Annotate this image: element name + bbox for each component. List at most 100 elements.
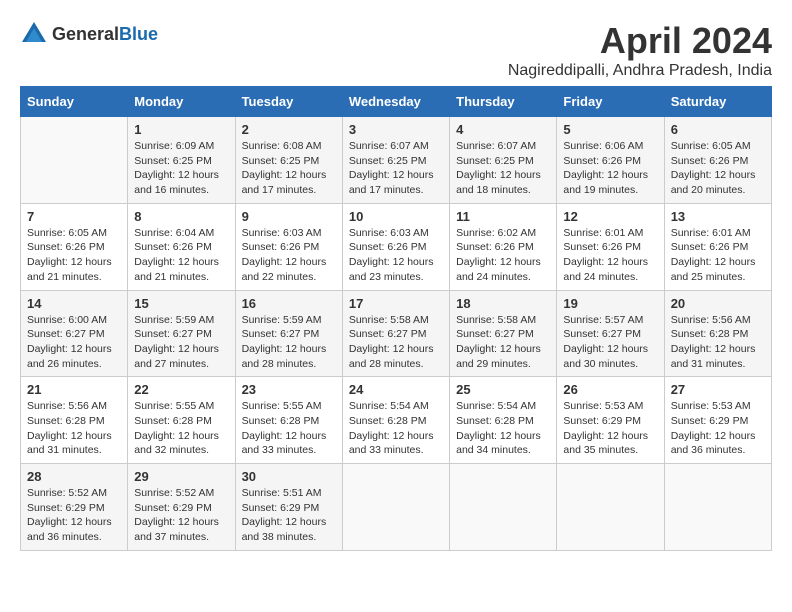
week-row-5: 28Sunrise: 5:52 AM Sunset: 6:29 PM Dayli… (21, 464, 772, 551)
cell-content: Sunrise: 6:03 AM Sunset: 6:26 PM Dayligh… (242, 226, 336, 285)
day-header-thursday: Thursday (450, 87, 557, 117)
day-number: 22 (134, 382, 228, 397)
day-number: 14 (27, 296, 121, 311)
calendar-cell: 8 Sunrise: 6:04 AM Sunset: 6:26 PM Daylig… (128, 203, 235, 290)
calendar-cell: 15 Sunrise: 5:59 AM Sunset: 6:27 PM Dayli… (128, 290, 235, 377)
cell-content: Sunrise: 6:09 AM Sunset: 6:25 PM Dayligh… (134, 139, 228, 198)
logo-general: General (52, 24, 119, 44)
cell-content: Sunrise: 5:51 AM Sunset: 6:29 PM Dayligh… (242, 486, 336, 545)
day-number: 24 (349, 382, 443, 397)
cell-content: Sunrise: 5:58 AM Sunset: 6:27 PM Dayligh… (349, 313, 443, 372)
cell-content: Sunrise: 6:07 AM Sunset: 6:25 PM Dayligh… (349, 139, 443, 198)
cell-content: Sunrise: 6:06 AM Sunset: 6:26 PM Dayligh… (563, 139, 657, 198)
day-number: 7 (27, 209, 121, 224)
day-number: 17 (349, 296, 443, 311)
calendar-cell: 20Sunrise: 5:56 AM Sunset: 6:28 PM Dayli… (664, 290, 771, 377)
day-number: 20 (671, 296, 765, 311)
cell-content: Sunrise: 5:54 AM Sunset: 6:28 PM Dayligh… (456, 399, 550, 458)
cell-content: Sunrise: 5:59 AM Sunset: 6:27 PM Dayligh… (134, 313, 228, 372)
day-number: 3 (349, 122, 443, 137)
calendar-cell: 14 Sunrise: 6:00 AM Sunset: 6:27 PM Dayli… (21, 290, 128, 377)
logo-text: GeneralBlue (52, 24, 158, 45)
day-number: 21 (27, 382, 121, 397)
day-number: 26 (563, 382, 657, 397)
day-number: 18 (456, 296, 550, 311)
day-header-wednesday: Wednesday (342, 87, 449, 117)
calendar-cell: 16Sunrise: 5:59 AM Sunset: 6:27 PM Dayli… (235, 290, 342, 377)
calendar-cell: 25 Sunrise: 5:54 AM Sunset: 6:28 PM Dayli… (450, 377, 557, 464)
cell-content: Sunrise: 6:03 AM Sunset: 6:26 PM Dayligh… (349, 226, 443, 285)
calendar-cell: 27Sunrise: 5:53 AM Sunset: 6:29 PM Dayli… (664, 377, 771, 464)
calendar-cell: 12Sunrise: 6:01 AM Sunset: 6:26 PM Dayli… (557, 203, 664, 290)
cell-content: Sunrise: 6:07 AM Sunset: 6:25 PM Dayligh… (456, 139, 550, 198)
calendar-cell: 19 Sunrise: 5:57 AM Sunset: 6:27 PM Dayli… (557, 290, 664, 377)
week-row-1: 1 Sunrise: 6:09 AM Sunset: 6:25 PM Daylig… (21, 117, 772, 204)
day-number: 8 (134, 209, 228, 224)
cell-content: Sunrise: 5:58 AM Sunset: 6:27 PM Dayligh… (456, 313, 550, 372)
day-number: 1 (134, 122, 228, 137)
calendar-cell: 9 Sunrise: 6:03 AM Sunset: 6:26 PM Daylig… (235, 203, 342, 290)
week-row-2: 7Sunrise: 6:05 AM Sunset: 6:26 PM Daylig… (21, 203, 772, 290)
day-number: 6 (671, 122, 765, 137)
calendar-cell (664, 464, 771, 551)
day-number: 9 (242, 209, 336, 224)
calendar-cell: 28Sunrise: 5:52 AM Sunset: 6:29 PM Dayli… (21, 464, 128, 551)
week-row-4: 21 Sunrise: 5:56 AM Sunset: 6:28 PM Dayli… (21, 377, 772, 464)
day-number: 19 (563, 296, 657, 311)
day-number: 2 (242, 122, 336, 137)
cell-content: Sunrise: 5:59 AM Sunset: 6:27 PM Dayligh… (242, 313, 336, 372)
cell-content: Sunrise: 5:54 AM Sunset: 6:28 PM Dayligh… (349, 399, 443, 458)
calendar-cell: 13 Sunrise: 6:01 AM Sunset: 6:26 PM Dayli… (664, 203, 771, 290)
calendar-cell: 26 Sunrise: 5:53 AM Sunset: 6:29 PM Dayli… (557, 377, 664, 464)
day-number: 4 (456, 122, 550, 137)
cell-content: Sunrise: 5:55 AM Sunset: 6:28 PM Dayligh… (134, 399, 228, 458)
cell-content: Sunrise: 6:05 AM Sunset: 6:26 PM Dayligh… (671, 139, 765, 198)
day-number: 29 (134, 469, 228, 484)
day-number: 13 (671, 209, 765, 224)
day-header-tuesday: Tuesday (235, 87, 342, 117)
calendar-cell: 6 Sunrise: 6:05 AM Sunset: 6:26 PM Daylig… (664, 117, 771, 204)
cell-content: Sunrise: 5:52 AM Sunset: 6:29 PM Dayligh… (134, 486, 228, 545)
calendar-cell: 4 Sunrise: 6:07 AM Sunset: 6:25 PM Daylig… (450, 117, 557, 204)
cell-content: Sunrise: 6:01 AM Sunset: 6:26 PM Dayligh… (563, 226, 657, 285)
header: GeneralBlue April 2024 Nagireddipalli, A… (20, 20, 772, 80)
calendar-cell (342, 464, 449, 551)
cell-content: Sunrise: 6:02 AM Sunset: 6:26 PM Dayligh… (456, 226, 550, 285)
day-number: 25 (456, 382, 550, 397)
day-number: 15 (134, 296, 228, 311)
cell-content: Sunrise: 5:57 AM Sunset: 6:27 PM Dayligh… (563, 313, 657, 372)
day-number: 10 (349, 209, 443, 224)
cell-content: Sunrise: 5:53 AM Sunset: 6:29 PM Dayligh… (563, 399, 657, 458)
day-header-monday: Monday (128, 87, 235, 117)
cell-content: Sunrise: 6:04 AM Sunset: 6:26 PM Dayligh… (134, 226, 228, 285)
day-header-saturday: Saturday (664, 87, 771, 117)
calendar-cell: 10 Sunrise: 6:03 AM Sunset: 6:26 PM Dayli… (342, 203, 449, 290)
calendar-cell: 2 Sunrise: 6:08 AM Sunset: 6:25 PM Daylig… (235, 117, 342, 204)
day-number: 11 (456, 209, 550, 224)
calendar-cell: 22 Sunrise: 5:55 AM Sunset: 6:28 PM Dayli… (128, 377, 235, 464)
day-number: 30 (242, 469, 336, 484)
logo-blue: Blue (119, 24, 158, 44)
calendar-header: SundayMondayTuesdayWednesdayThursdayFrid… (21, 87, 772, 117)
cell-content: Sunrise: 6:01 AM Sunset: 6:26 PM Dayligh… (671, 226, 765, 285)
title-area: April 2024 Nagireddipalli, Andhra Prades… (508, 20, 772, 80)
calendar-cell: 21 Sunrise: 5:56 AM Sunset: 6:28 PM Dayli… (21, 377, 128, 464)
calendar-cell: 18 Sunrise: 5:58 AM Sunset: 6:27 PM Dayli… (450, 290, 557, 377)
cell-content: Sunrise: 6:00 AM Sunset: 6:27 PM Dayligh… (27, 313, 121, 372)
day-header-sunday: Sunday (21, 87, 128, 117)
calendar-cell: 5Sunrise: 6:06 AM Sunset: 6:26 PM Daylig… (557, 117, 664, 204)
calendar-cell: 11 Sunrise: 6:02 AM Sunset: 6:26 PM Dayli… (450, 203, 557, 290)
week-row-3: 14 Sunrise: 6:00 AM Sunset: 6:27 PM Dayli… (21, 290, 772, 377)
calendar-cell: 23Sunrise: 5:55 AM Sunset: 6:28 PM Dayli… (235, 377, 342, 464)
cell-content: Sunrise: 6:08 AM Sunset: 6:25 PM Dayligh… (242, 139, 336, 198)
location-title: Nagireddipalli, Andhra Pradesh, India (508, 62, 772, 80)
calendar-table: SundayMondayTuesdayWednesdayThursdayFrid… (20, 86, 772, 551)
calendar-cell: 24 Sunrise: 5:54 AM Sunset: 6:28 PM Dayli… (342, 377, 449, 464)
month-title: April 2024 (508, 20, 772, 62)
day-header-friday: Friday (557, 87, 664, 117)
cell-content: Sunrise: 5:55 AM Sunset: 6:28 PM Dayligh… (242, 399, 336, 458)
calendar-cell (557, 464, 664, 551)
cell-content: Sunrise: 5:56 AM Sunset: 6:28 PM Dayligh… (27, 399, 121, 458)
calendar-cell: 29 Sunrise: 5:52 AM Sunset: 6:29 PM Dayli… (128, 464, 235, 551)
calendar-cell: 1 Sunrise: 6:09 AM Sunset: 6:25 PM Daylig… (128, 117, 235, 204)
